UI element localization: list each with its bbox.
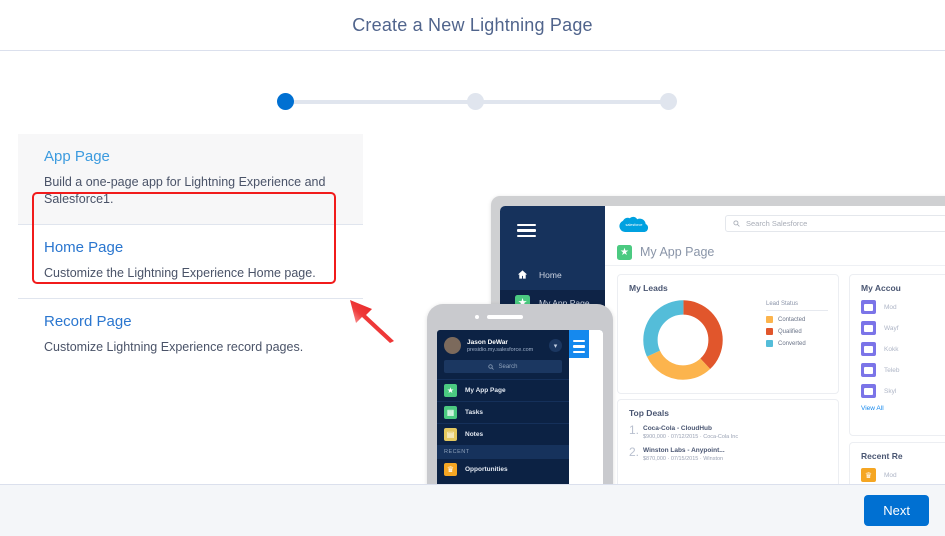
mobile-recent-item-opportunities[interactable]: ♛ Opportunities: [437, 459, 569, 480]
desktop-nav-item-home[interactable]: Home: [500, 262, 605, 287]
legend-label: Contacted: [778, 316, 806, 323]
search-icon: [733, 220, 740, 227]
leads-donut-chart: [640, 297, 726, 388]
hamburger-menu-icon[interactable]: [517, 224, 536, 238]
folder-icon: [861, 321, 876, 335]
deal-name: Coca-Cola - CloudHub: [643, 425, 712, 432]
recent-records-title: Recent Re: [861, 451, 903, 461]
legend-title: Lead Status: [766, 301, 828, 311]
star-icon: ★: [617, 244, 632, 260]
salesforce-cloud-logo: salesforce: [617, 215, 651, 232]
home-icon: [515, 267, 530, 282]
deal-row[interactable]: 2. Winston Labs - Anypoint... $870,000 ·…: [629, 445, 838, 462]
option-app-page[interactable]: App Page Build a one-page app for Lightn…: [18, 134, 363, 224]
legend-label: Qualified: [778, 328, 802, 335]
my-leads-title: My Leads: [629, 283, 668, 293]
mobile-section-recent: RECENT: [437, 445, 569, 459]
legend-swatch: [766, 328, 773, 335]
hamburger-menu-icon[interactable]: [573, 340, 585, 354]
option-record-page-desc: Customize Lightning Experience record pa…: [44, 340, 304, 354]
page-title: Create a New Lightning Page: [352, 14, 593, 35]
deal-row[interactable]: 1. Coca-Cola - CloudHub $900,000 · 07/12…: [629, 423, 838, 440]
folder-icon: [861, 384, 876, 398]
my-accounts-title: My Accou: [861, 283, 901, 293]
my-leads-card: My Leads Lead Status Contacted Qualified…: [617, 274, 839, 394]
legend-swatch: [766, 340, 773, 347]
mobile-user-row[interactable]: Jason DeWar presidio.my.salesforce.com ▾: [437, 330, 569, 354]
crown-icon: ♛: [444, 463, 457, 476]
legend-item: Contacted: [766, 316, 828, 323]
folder-icon: [861, 363, 876, 377]
deal-name: Winston Labs - Anypoint...: [643, 447, 725, 454]
legend-label: Converted: [778, 340, 806, 347]
mobile-nav-label: My App Page: [465, 387, 506, 394]
user-domain: presidio.my.salesforce.com: [467, 346, 534, 353]
new-lightning-page-wizard: Create a New Lightning Page App Page Bui…: [0, 0, 945, 536]
preview-illustration: Home ★ My App Page ♛ Opportunities: [383, 139, 945, 536]
page-type-list: App Page Build a one-page app for Lightn…: [18, 134, 363, 372]
legend-item: Qualified: [766, 328, 828, 335]
search-icon: [488, 363, 495, 370]
account-row[interactable]: Kokk: [861, 342, 945, 356]
folder-icon: [861, 300, 876, 314]
folder-icon: [861, 342, 876, 356]
option-record-page[interactable]: Record Page Customize Lightning Experien…: [18, 298, 363, 372]
wizard-footer: Next: [0, 484, 945, 536]
wizard-body: App Page Build a one-page app for Lightn…: [0, 51, 945, 536]
notes-icon: ▤: [444, 428, 457, 441]
recent-label: Mod: [884, 471, 897, 479]
search-input[interactable]: Search Salesforce: [725, 215, 945, 232]
option-home-page-title: Home Page: [44, 239, 124, 256]
mobile-header-bar: [569, 330, 589, 358]
search-placeholder: Search Salesforce: [746, 219, 808, 228]
account-label: Wayf: [884, 324, 899, 332]
legend-swatch: [766, 316, 773, 323]
chevron-down-icon[interactable]: ▾: [549, 339, 562, 352]
mobile-nav-item-notes[interactable]: ▤ Notes: [437, 423, 569, 445]
desktop-nav-label: Home: [539, 269, 562, 280]
account-label: Kokk: [884, 345, 899, 353]
option-app-page-title: App Page: [44, 148, 110, 165]
top-deals-title: Top Deals: [629, 408, 669, 418]
account-row[interactable]: Teleb: [861, 363, 945, 377]
my-accounts-card: My Accou Mod Wayf Kokk Teleb Skyl View A…: [849, 274, 945, 436]
account-label: Teleb: [884, 366, 900, 374]
deal-rank: 2.: [629, 445, 640, 459]
mobile-search-placeholder: Search: [498, 363, 518, 370]
option-home-page-desc: Customize the Lightning Experience Home …: [44, 266, 316, 280]
account-row[interactable]: Mod: [861, 300, 945, 314]
star-icon: ★: [444, 384, 457, 397]
phone-camera: [475, 315, 479, 319]
wizard-header: Create a New Lightning Page: [0, 0, 945, 51]
deal-meta: $870,000 · 07/15/2015 · Winston: [643, 456, 724, 462]
option-home-page[interactable]: Home Page Customize the Lightning Experi…: [18, 224, 363, 298]
desktop-page-header: ★ My App Page: [605, 239, 945, 266]
leads-legend: Lead Status Contacted Qualified Converte…: [766, 301, 828, 347]
account-row[interactable]: Skyl: [861, 384, 945, 398]
recent-row[interactable]: ♛ Mod: [861, 468, 945, 482]
deal-rank: 1.: [629, 423, 640, 437]
mobile-nav-item-my-app-page[interactable]: ★ My App Page: [437, 379, 569, 401]
account-label: Mod: [884, 303, 897, 311]
mobile-nav-item-tasks[interactable]: ▦ Tasks: [437, 401, 569, 423]
legend-item: Converted: [766, 340, 828, 347]
user-name: Jason DeWar: [467, 338, 508, 346]
mobile-nav-label: Notes: [465, 431, 484, 438]
mobile-recent-label: Opportunities: [465, 466, 508, 473]
view-all-link[interactable]: View All: [861, 405, 945, 412]
mobile-search-input[interactable]: Search: [444, 360, 562, 373]
desktop-page-title: My App Page: [640, 245, 715, 259]
phone-speaker: [487, 315, 523, 319]
account-label: Skyl: [884, 387, 897, 395]
deal-meta: $900,000 · 07/12/2015 · Coca-Cola Inc: [643, 434, 739, 440]
option-record-page-title: Record Page: [44, 313, 132, 330]
tasks-icon: ▦: [444, 406, 457, 419]
svg-text:salesforce: salesforce: [626, 223, 643, 227]
account-row[interactable]: Wayf: [861, 321, 945, 335]
next-button[interactable]: Next: [864, 495, 929, 526]
avatar: [444, 337, 461, 354]
mobile-nav-label: Tasks: [465, 409, 483, 416]
crown-icon: ♛: [861, 468, 876, 482]
option-app-page-desc: Build a one-page app for Lightning Exper…: [44, 175, 326, 206]
